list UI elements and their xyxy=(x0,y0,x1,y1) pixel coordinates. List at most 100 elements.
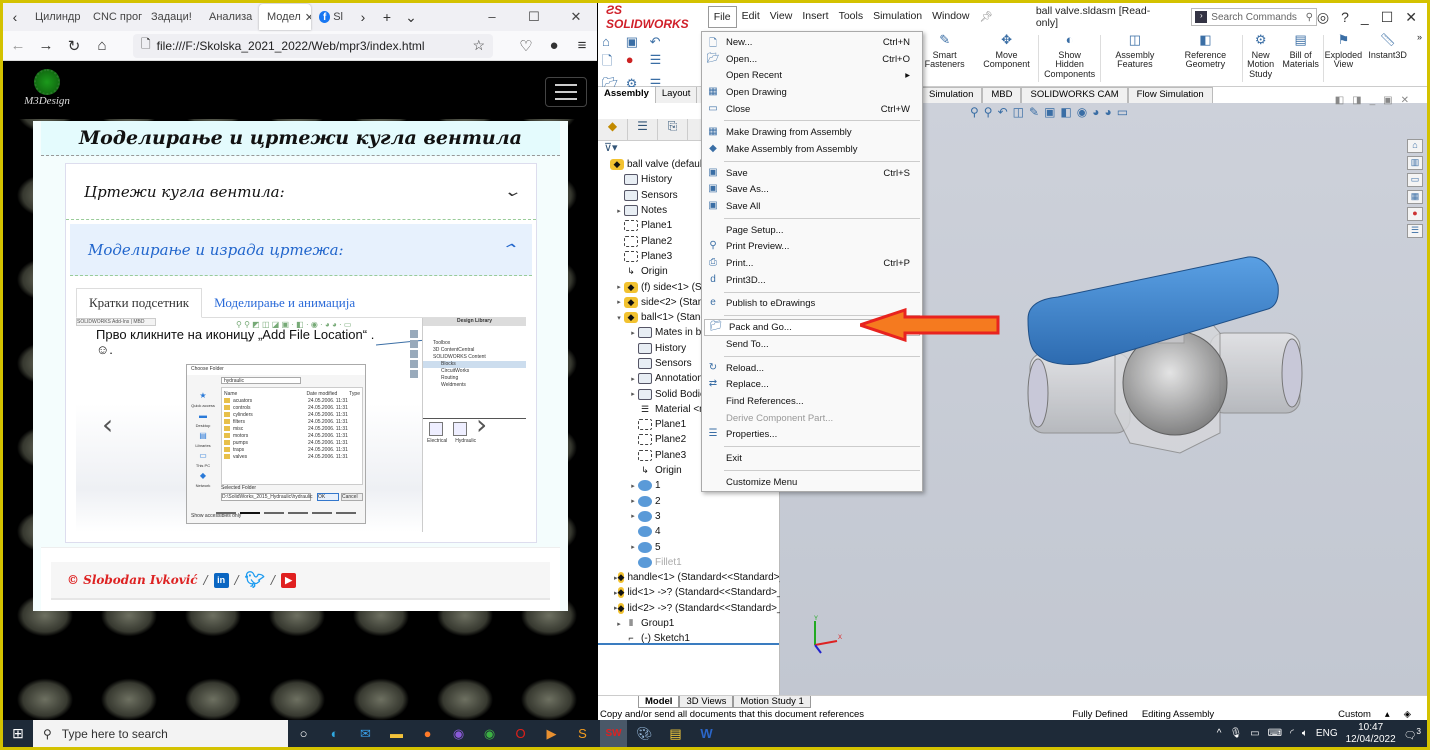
tree-node[interactable]: ▸ ◆ lid<1> ->? (Standard<<Standard>_D xyxy=(598,585,790,600)
viber-icon[interactable]: ◉ xyxy=(445,720,472,747)
viewport-window-controls[interactable]: ◧◨_▣✕ xyxy=(1335,95,1417,106)
file-menu-item-make-assembly-from-assembly[interactable]: ◆ Make Assembly from Assembly xyxy=(702,141,922,158)
reload-icon[interactable]: ↻ xyxy=(65,37,83,55)
tab-model[interactable]: Model xyxy=(638,696,680,708)
word-icon[interactable]: W xyxy=(693,720,720,747)
youtube-icon[interactable]: ▶ xyxy=(281,572,297,588)
browser-tab[interactable]: Цилиндр xyxy=(27,4,85,30)
user-icon[interactable]: ◎ xyxy=(1317,9,1329,26)
file-menu-item-replace[interactable]: ⇄ Replace... xyxy=(702,376,922,393)
units-selector[interactable]: Custom xyxy=(1338,709,1371,720)
section-view-icon[interactable]: ◫ xyxy=(1013,105,1029,119)
menu-insert[interactable]: Insert xyxy=(797,6,833,28)
site-logo[interactable]: M3Design xyxy=(15,69,79,111)
carousel-indicator[interactable] xyxy=(216,512,236,514)
tree-node[interactable]: ▸ 3 xyxy=(598,509,779,524)
sublime-icon[interactable]: S xyxy=(569,720,596,747)
browser-tab-active[interactable]: Модел ✕ xyxy=(259,4,311,30)
tab-simulation[interactable]: Simulation xyxy=(920,87,983,103)
tab-mbd[interactable]: MBD xyxy=(982,87,1022,103)
tree-node[interactable]: ▸ ⫴ Group1 xyxy=(598,616,779,631)
save-icon[interactable]: ▣ xyxy=(626,34,648,50)
file-properties-icon[interactable]: ☰ xyxy=(650,52,672,74)
custom-properties-icon[interactable]: ☰ xyxy=(1407,224,1423,238)
menu-file[interactable]: File xyxy=(707,6,737,28)
file-menu-item-close[interactable]: ▭ Close Ctrl+W xyxy=(702,101,922,118)
expand-toggle-icon[interactable]: ▸ xyxy=(614,283,624,291)
hide-show-icon[interactable]: ◉ xyxy=(1077,105,1092,119)
ribbon-reference-geometry[interactable]: ◧ Reference Geometry xyxy=(1169,31,1242,86)
expand-toggle-icon[interactable]: ▸ xyxy=(628,543,638,551)
file-menu-item-reload[interactable]: ↻ Reload... xyxy=(702,360,922,377)
file-menu-item-save-as[interactable]: ▣ Save As... xyxy=(702,182,922,199)
file-menu-item-print-preview[interactable]: ⚲ Print Preview... xyxy=(702,239,922,256)
extensions-icon[interactable]: ● xyxy=(545,37,563,54)
tab-scroll-left-icon[interactable]: ‹ xyxy=(3,9,27,25)
keyboard-icon[interactable]: ⌨ xyxy=(1268,728,1282,739)
appearances-icon[interactable]: ● xyxy=(1407,207,1423,221)
browser-tab[interactable]: CNC прог xyxy=(85,4,143,30)
expand-toggle-icon[interactable]: ▸ xyxy=(628,512,638,520)
pocket-icon[interactable]: ♡ xyxy=(517,37,535,55)
menu-simulation[interactable]: Simulation xyxy=(868,6,927,28)
ribbon-instant3d[interactable]: 📏︎ Instant3D xyxy=(1363,31,1412,86)
tab-short-reminder[interactable]: Кратки подсетник xyxy=(76,288,203,318)
address-bar[interactable]: 🗋 file:///F:/Skolska_2021_2022/Web/mpr3/… xyxy=(133,33,493,58)
expand-toggle-icon[interactable]: ▸ xyxy=(628,497,638,505)
browser-tab[interactable]: f Sl xyxy=(311,4,351,30)
carousel-indicator-active[interactable] xyxy=(240,512,260,514)
menu-icon[interactable]: ≡ xyxy=(573,37,591,54)
ribbon-more-icon[interactable]: » xyxy=(1412,31,1427,86)
forward-icon[interactable]: → xyxy=(37,37,55,54)
tab-scroll-right-icon[interactable]: › xyxy=(351,9,375,25)
file-menu-item-customize-menu[interactable]: Customize Menu xyxy=(702,474,922,491)
ribbon-bill-of-materials[interactable]: ▤ Bill of Materials xyxy=(1279,31,1323,86)
carousel-indicator[interactable] xyxy=(264,512,284,514)
browser-tab[interactable]: Анализа xyxy=(201,4,259,30)
ribbon-exploded-view[interactable]: ⚑ Exploded View xyxy=(1323,31,1363,86)
undo-icon[interactable]: ↶ xyxy=(650,34,672,50)
tab-3d-views[interactable]: 3D Views xyxy=(679,696,734,708)
menu-view[interactable]: View xyxy=(765,6,798,28)
ribbon-show-hidden[interactable]: ◐ Show Hidden Components xyxy=(1039,31,1100,86)
microphone-icon[interactable]: 🎙︎ xyxy=(1229,728,1242,739)
sw-resources-icon[interactable]: ⌂ xyxy=(1407,139,1423,153)
apply-scene-icon[interactable]: ◕ xyxy=(1104,105,1116,119)
taskbar-search[interactable]: ⚲ Type here to search xyxy=(33,720,288,747)
file-menu-item-print[interactable]: ⎙ Print... Ctrl+P xyxy=(702,255,922,272)
zoom-to-fit-icon[interactable]: ⚲ xyxy=(970,105,984,119)
new-tab-icon[interactable]: + xyxy=(375,9,399,25)
tab-list-icon[interactable]: ⌄ xyxy=(399,9,423,26)
menu-edit[interactable]: Edit xyxy=(737,6,765,28)
carousel-prev-button[interactable]: ‹ xyxy=(102,408,113,441)
back-icon[interactable]: ← xyxy=(9,37,27,54)
file-menu-item-save[interactable]: ▣ Save Ctrl+S xyxy=(702,165,922,182)
close-icon[interactable]: ✕ xyxy=(555,9,597,25)
configuration-tab-icon[interactable]: ⎘ xyxy=(658,119,688,140)
file-explorer-icon[interactable]: ▭ xyxy=(1407,173,1423,187)
file-menu-item-page-setup[interactable]: Page Setup... xyxy=(702,222,922,239)
carousel-next-button[interactable]: › xyxy=(476,408,487,441)
expand-toggle-icon[interactable]: ▸ xyxy=(614,604,618,612)
tree-node[interactable]: ▸ ◆ lid<2> ->? (Standard<<Standard>_D xyxy=(598,601,790,616)
expand-toggle-icon[interactable]: ▸ xyxy=(628,375,638,383)
display-style-icon[interactable]: ◧ xyxy=(1060,105,1076,119)
tree-node[interactable]: ▸ 2 xyxy=(598,494,779,509)
opera-icon[interactable]: O xyxy=(507,720,534,747)
search-commands-input[interactable]: › Search Commands ⚲ xyxy=(1191,8,1317,26)
tray-expand-icon[interactable]: ^ xyxy=(1217,728,1222,739)
zoom-area-icon[interactable]: ⚲ xyxy=(984,105,998,119)
file-menu-item-open-drawing[interactable]: ▦ Open Drawing xyxy=(702,84,922,101)
units-up-icon[interactable]: ▴ xyxy=(1385,709,1390,720)
tab-assembly[interactable]: Assembly xyxy=(598,87,656,103)
firefox-icon[interactable]: ● xyxy=(414,720,441,747)
carousel-indicator[interactable] xyxy=(312,512,332,514)
carousel-indicator[interactable] xyxy=(336,512,356,514)
chrome-icon[interactable]: ◉ xyxy=(476,720,503,747)
bookmark-star-icon[interactable]: ☆ xyxy=(472,37,485,54)
tree-node[interactable]: ▸ ◆ handle<1> (Standard<<Standard>_I xyxy=(598,570,788,585)
notifications-icon[interactable]: 🗨︎3 xyxy=(1404,726,1421,741)
file-menu-item-make-drawing-from-assembly[interactable]: ▦ Make Drawing from Assembly xyxy=(702,124,922,141)
minimize-icon[interactable]: _ xyxy=(1361,9,1369,26)
tab-layout[interactable]: Layout xyxy=(656,87,698,103)
